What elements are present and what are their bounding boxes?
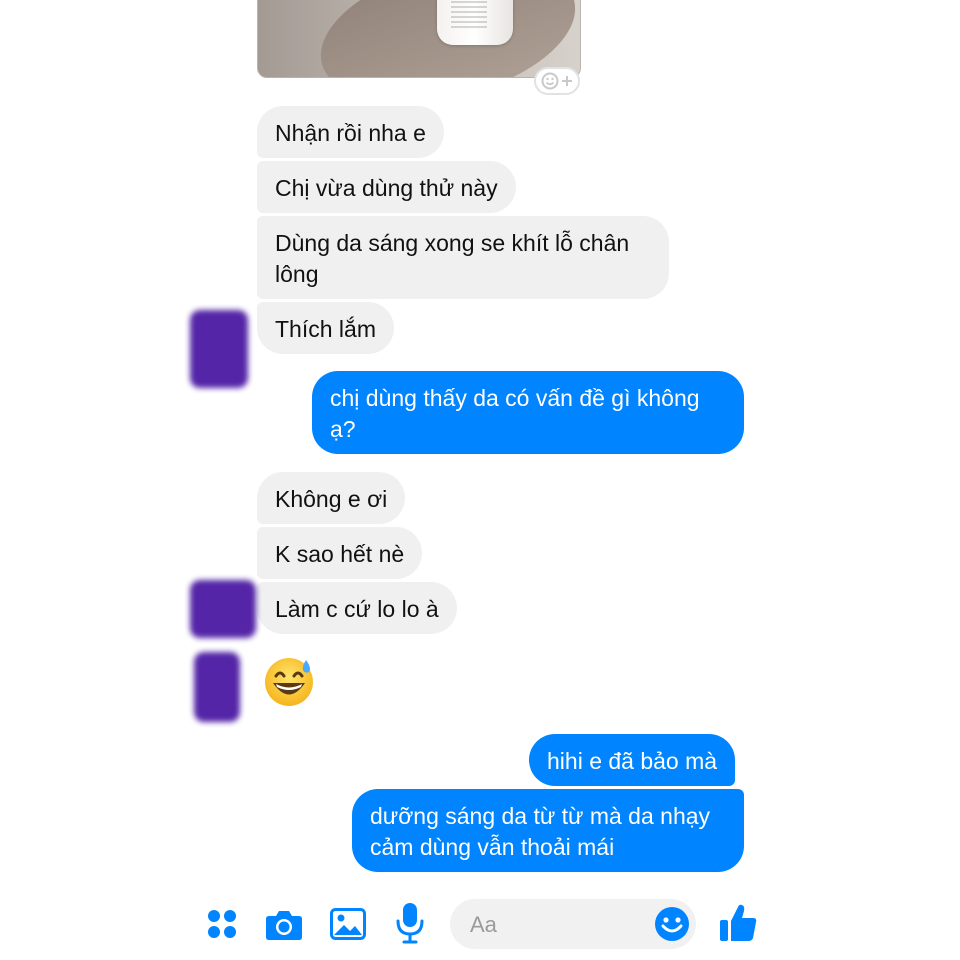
incoming-message[interactable]: Không e ơi: [257, 472, 406, 524]
avatar[interactable]: [194, 652, 240, 722]
photo-attachment[interactable]: [257, 0, 581, 78]
emoji-button[interactable]: [652, 904, 692, 944]
outgoing-message[interactable]: hihi e đã bảo mà: [529, 734, 736, 786]
camera-button[interactable]: [262, 902, 306, 946]
avatar[interactable]: [190, 580, 256, 638]
incoming-message[interactable]: Thích lắm: [257, 302, 394, 354]
avatar[interactable]: [190, 310, 248, 388]
incoming-message[interactable]: Dùng da sáng xong se khít lỗ chân lông: [257, 216, 669, 299]
plus-icon: [562, 76, 572, 86]
incoming-message[interactable]: Nhận rồi nha e: [257, 106, 444, 158]
voice-message-button[interactable]: [390, 900, 430, 946]
more-apps-icon: [208, 910, 236, 938]
thumbs-up-button[interactable]: [716, 900, 760, 946]
microphone-icon: [396, 903, 424, 944]
camera-icon: [266, 911, 302, 940]
incoming-message[interactable]: Làm c cứ lo lo à: [257, 582, 457, 634]
product-bottle: [437, 0, 513, 45]
thumbs-up-icon: [720, 904, 757, 941]
emoji-icon: [655, 907, 689, 941]
incoming-message[interactable]: K sao hết nè: [257, 527, 423, 579]
message-input[interactable]: [468, 909, 642, 941]
more-apps-button[interactable]: [202, 904, 242, 944]
incoming-message[interactable]: Chị vừa dùng thử này: [257, 161, 516, 213]
outgoing-message[interactable]: chị dùng thấy da có vấn đề gì không ạ?: [312, 371, 744, 454]
grinning-face-with-sweat-icon[interactable]: [262, 654, 316, 708]
smiley-icon: [541, 72, 559, 90]
image-icon: [330, 908, 366, 940]
add-reaction-button[interactable]: [534, 67, 580, 95]
outgoing-message[interactable]: dưỡng sáng da từ từ mà da nhạy cảm dùng …: [352, 789, 744, 872]
photo-gallery-button[interactable]: [326, 902, 370, 946]
